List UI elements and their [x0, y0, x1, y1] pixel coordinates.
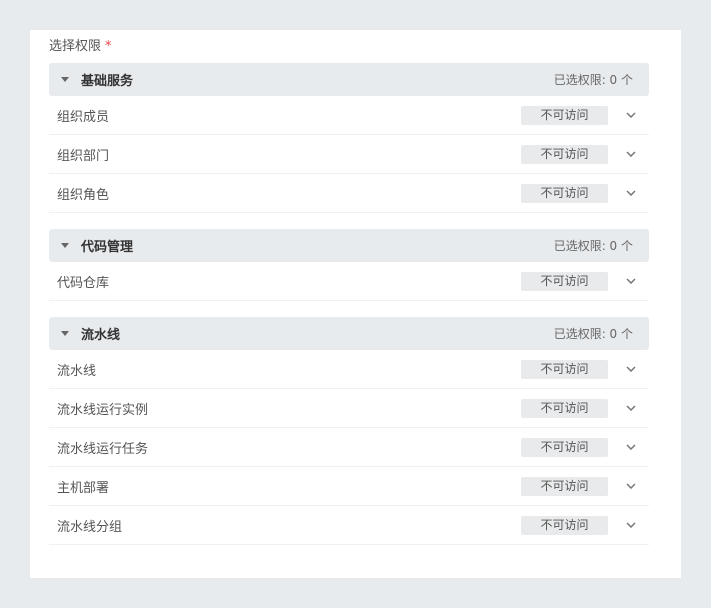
permission-card: 选择权限 * 基础服务 已选权限: 0 个 组织成员 不可访问 组织部门 不可访问… [30, 30, 681, 578]
permission-label: 流水线分组 [57, 519, 123, 535]
permission-row: 组织部门 不可访问 [49, 135, 649, 174]
permission-row: 组织成员 不可访问 [49, 96, 649, 135]
access-select[interactable]: 不可访问 [521, 183, 608, 203]
chevron-down-icon[interactable] [626, 188, 636, 198]
field-label: 选择权限 * [49, 38, 112, 56]
caret-down-icon[interactable] [61, 331, 69, 336]
selected-count: 已选权限: 0 个 [553, 239, 633, 253]
chevron-down-icon[interactable] [626, 520, 636, 530]
permission-label: 主机部署 [57, 480, 110, 496]
group-code-management: 代码管理 已选权限: 0 个 代码仓库 不可访问 [49, 229, 649, 301]
caret-down-icon[interactable] [61, 77, 69, 82]
permission-row: 主机部署 不可访问 [49, 467, 649, 506]
permission-row: 流水线 不可访问 [49, 350, 649, 389]
chevron-down-icon[interactable] [626, 403, 636, 413]
access-select[interactable]: 不可访问 [521, 398, 608, 418]
selected-count: 已选权限: 0 个 [553, 327, 633, 341]
access-select[interactable]: 不可访问 [521, 359, 608, 379]
chevron-down-icon[interactable] [626, 442, 636, 452]
permission-row: 流水线分组 不可访问 [49, 506, 649, 545]
selected-count: 已选权限: 0 个 [553, 73, 633, 87]
permission-row: 代码仓库 不可访问 [49, 262, 649, 301]
permission-label: 流水线 [57, 363, 97, 379]
permission-label: 组织角色 [57, 187, 110, 203]
group-basic-services: 基础服务 已选权限: 0 个 组织成员 不可访问 组织部门 不可访问 组织角色 … [49, 63, 649, 213]
permission-groups: 基础服务 已选权限: 0 个 组织成员 不可访问 组织部门 不可访问 组织角色 … [49, 63, 649, 561]
permission-label: 流水线运行任务 [57, 441, 149, 457]
permission-label: 组织成员 [57, 109, 110, 125]
chevron-down-icon[interactable] [626, 481, 636, 491]
permission-row: 组织角色 不可访问 [49, 174, 649, 213]
chevron-down-icon[interactable] [626, 276, 636, 286]
chevron-down-icon[interactable] [626, 364, 636, 374]
access-select[interactable]: 不可访问 [521, 476, 608, 496]
group-title: 基础服务 [81, 74, 134, 89]
group-header[interactable]: 流水线 已选权限: 0 个 [49, 317, 649, 350]
chevron-down-icon[interactable] [626, 149, 636, 159]
permission-label: 代码仓库 [57, 275, 110, 291]
group-title: 流水线 [81, 328, 121, 343]
permission-row: 流水线运行实例 不可访问 [49, 389, 649, 428]
permission-label: 组织部门 [57, 148, 110, 164]
access-select[interactable]: 不可访问 [521, 437, 608, 457]
group-header[interactable]: 基础服务 已选权限: 0 个 [49, 63, 649, 96]
group-pipeline: 流水线 已选权限: 0 个 流水线 不可访问 流水线运行实例 不可访问 流水线运… [49, 317, 649, 545]
access-select[interactable]: 不可访问 [521, 271, 608, 291]
caret-down-icon[interactable] [61, 243, 69, 248]
permission-row: 流水线运行任务 不可访问 [49, 428, 649, 467]
group-title: 代码管理 [81, 240, 134, 255]
field-label-text: 选择权限 [49, 39, 102, 54]
access-select[interactable]: 不可访问 [521, 144, 608, 164]
access-select[interactable]: 不可访问 [521, 105, 608, 125]
group-header[interactable]: 代码管理 已选权限: 0 个 [49, 229, 649, 262]
access-select[interactable]: 不可访问 [521, 515, 608, 535]
permission-label: 流水线运行实例 [57, 402, 149, 418]
required-mark: * [105, 39, 112, 54]
chevron-down-icon[interactable] [626, 110, 636, 120]
